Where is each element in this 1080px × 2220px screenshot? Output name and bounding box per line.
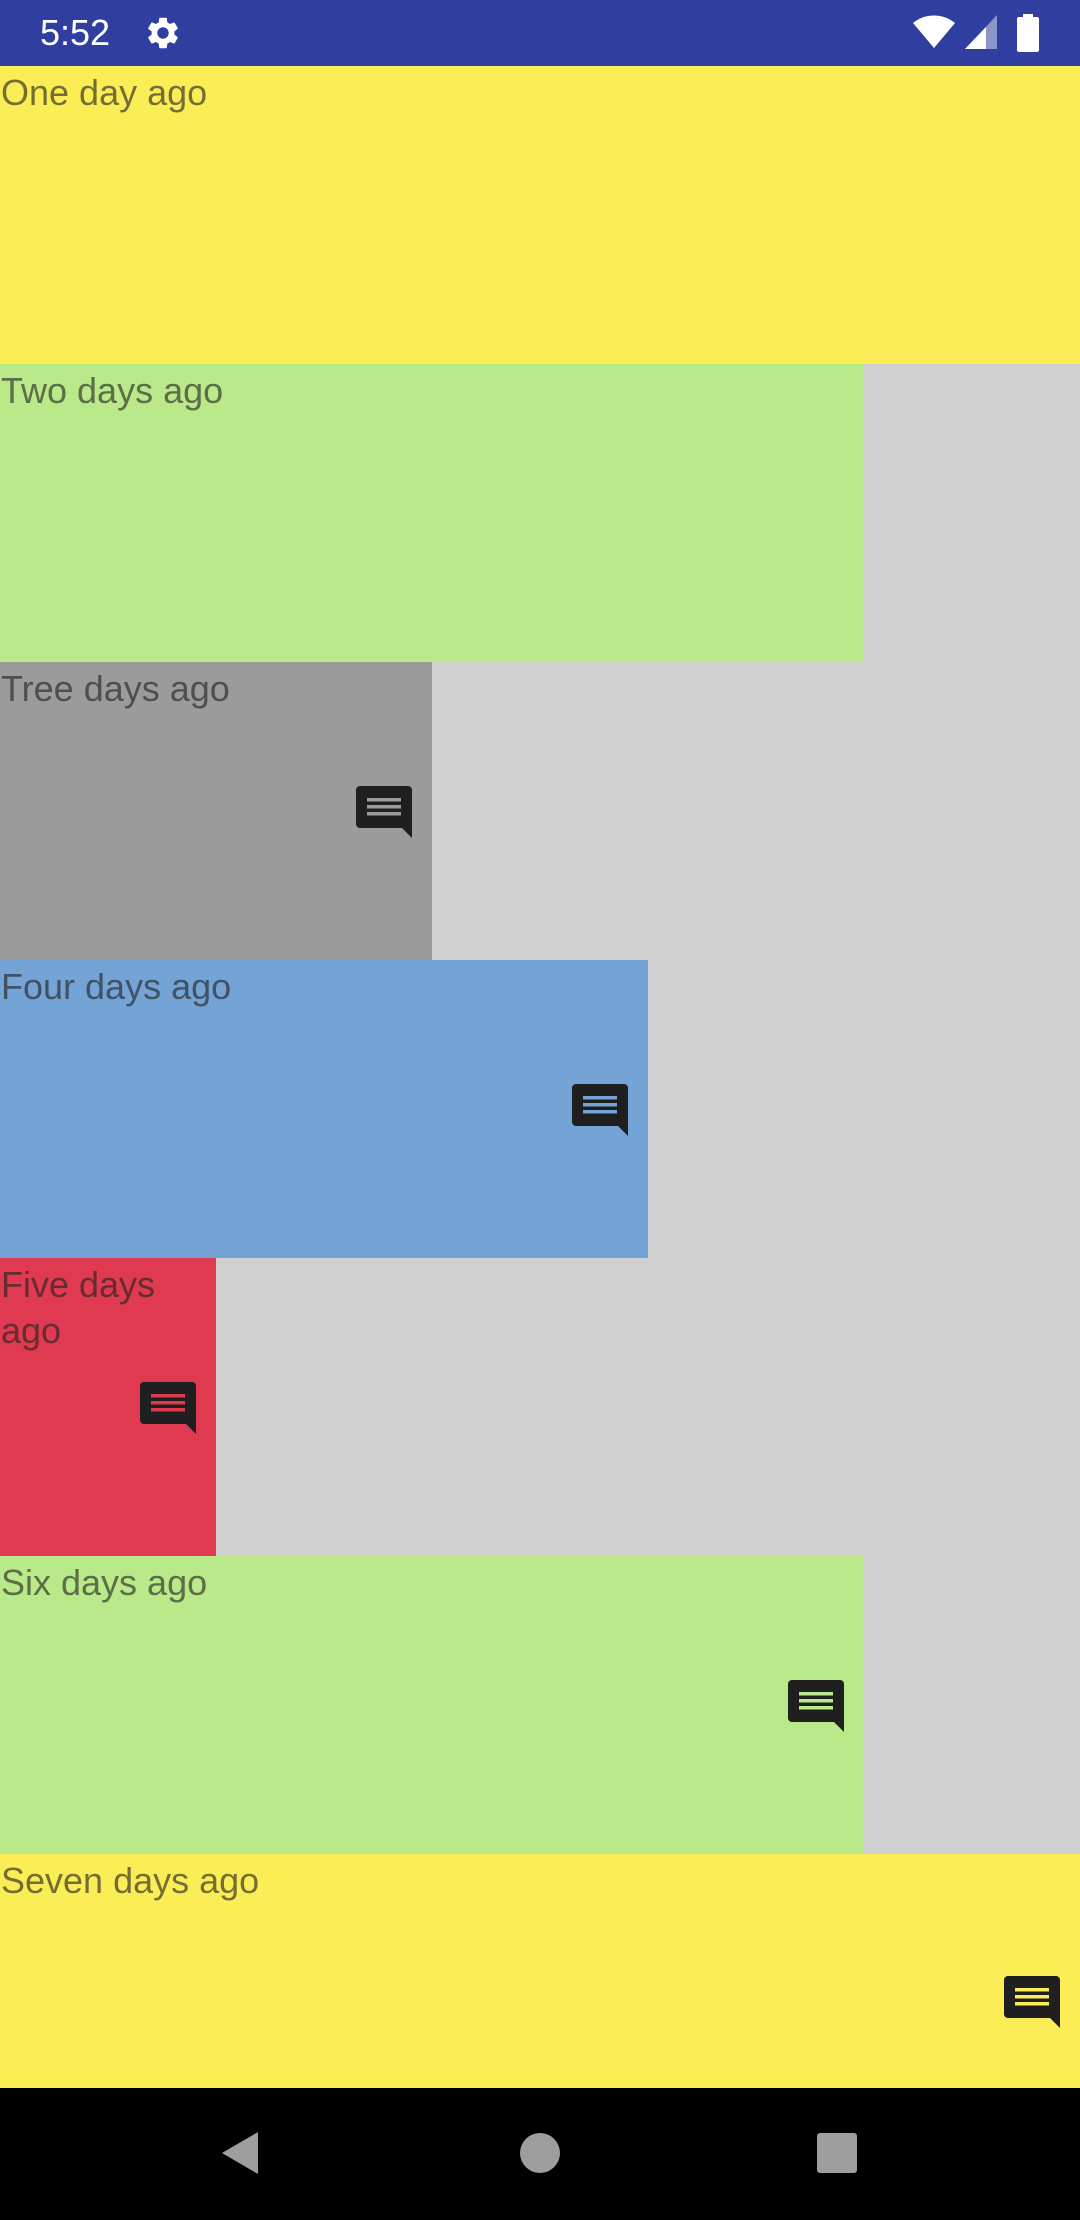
card-label: Tree days ago [1,668,230,709]
recents-icon[interactable] [812,2128,862,2178]
comment-icon[interactable] [140,1382,196,1434]
day-card[interactable]: Seven days ago [0,1854,1080,2088]
navigation-bar [0,2088,1080,2220]
list-item[interactable]: Tree days ago [0,662,1080,960]
card-label: Two days ago [1,370,224,411]
battery-icon [1017,14,1039,52]
day-card[interactable]: Six days ago [0,1556,864,1854]
card-label: One day ago [1,72,208,113]
back-icon[interactable] [216,2128,266,2178]
card-label: Seven days ago [1,1860,260,1901]
comment-icon[interactable] [356,786,412,838]
comment-icon[interactable] [572,1084,628,1136]
status-bar: 5:52 [0,0,1080,66]
day-card[interactable]: Four days ago [0,960,648,1258]
home-icon[interactable] [515,2128,565,2178]
list-item[interactable]: Seven days ago [0,1854,1080,2088]
wifi-icon [913,15,955,48]
day-card[interactable]: Two days ago [0,364,864,662]
status-time: 5:52 [40,12,111,53]
card-label: Five days ago [1,1264,156,1351]
comment-icon[interactable] [1004,1976,1060,2028]
day-card[interactable]: Tree days ago [0,662,432,960]
cell-signal-icon [965,15,997,49]
list-item[interactable]: Two days ago [0,364,1080,662]
list-item[interactable]: Four days ago [0,960,1080,1258]
card-list[interactable]: One day ago Two days ago Tree days ago Four… [0,66,1080,2088]
card-label: Six days ago [1,1562,208,1603]
list-item[interactable]: One day ago [0,66,1080,364]
list-item[interactable]: Five days ago [0,1258,1080,1556]
card-label: Four days ago [1,966,232,1007]
list-item[interactable]: Six days ago [0,1556,1080,1854]
day-card[interactable]: One day ago [0,66,1080,364]
settings-gear-icon [148,17,178,49]
comment-icon[interactable] [788,1680,844,1732]
day-card[interactable]: Five days ago [0,1258,216,1556]
